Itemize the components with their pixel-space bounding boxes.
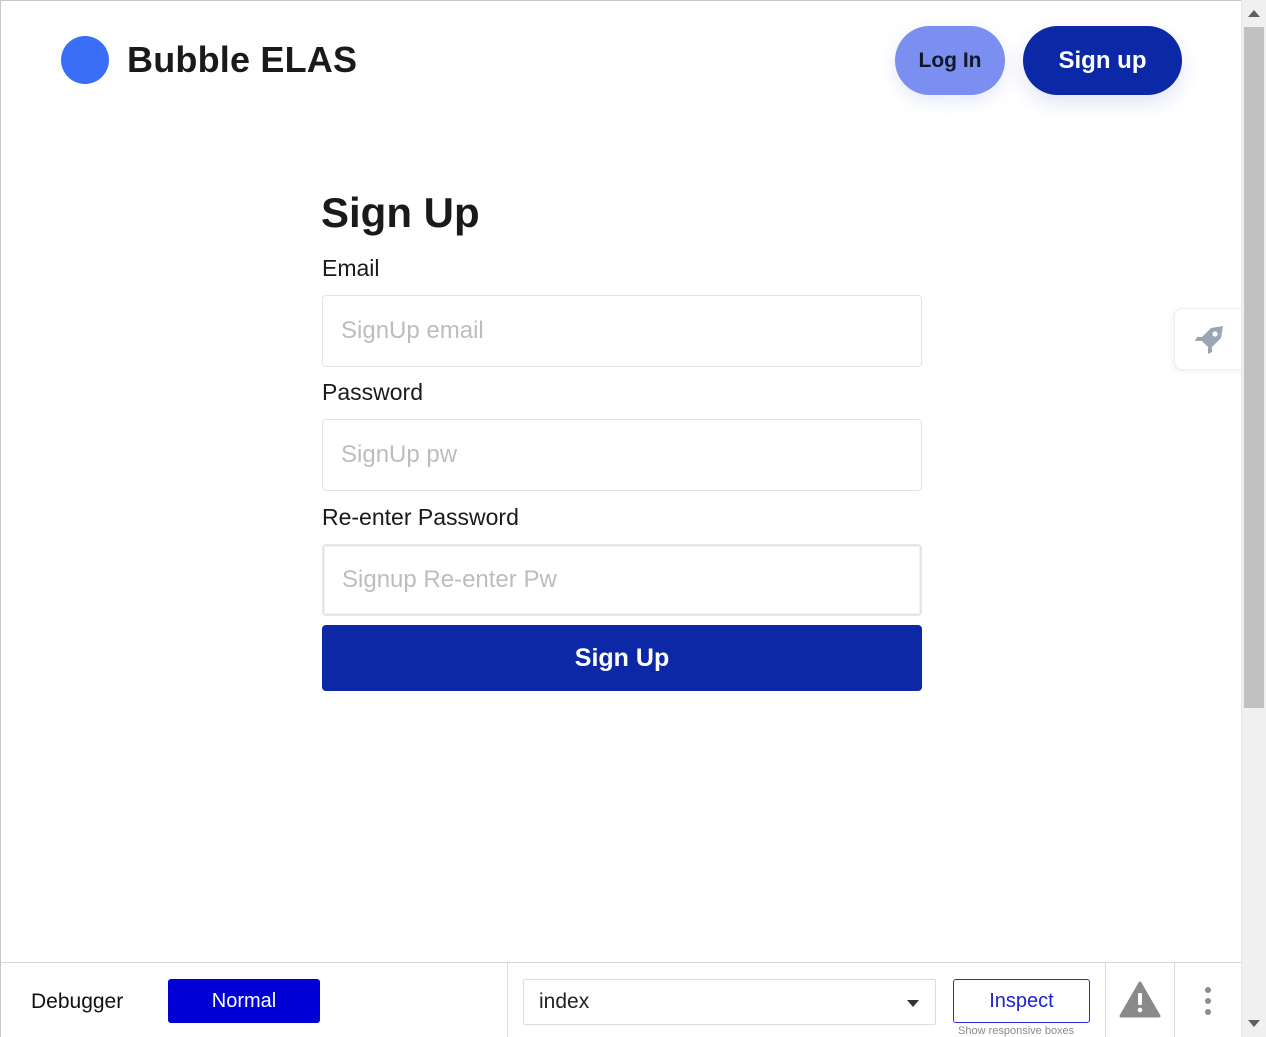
rocket-icon [1195,326,1223,354]
signup-submit-button[interactable]: Sign Up [322,625,922,691]
page-viewport: Bubble ELAS Log In Sign up Sign Up Email… [0,0,1241,1037]
brand-name[interactable]: Bubble ELAS [127,39,357,81]
reenter-password-label: Re-enter Password [322,504,519,530]
scroll-down-arrow-icon[interactable] [1248,1020,1260,1027]
warning-icon[interactable] [1119,981,1161,1024]
divider [507,963,508,1037]
debugger-label: Debugger [31,990,124,1013]
password-label: Password [322,379,423,405]
email-label: Email [322,255,380,281]
signup-header-button[interactable]: Sign up [1023,26,1182,95]
side-launcher-tab[interactable] [1174,308,1241,370]
divider [1105,963,1106,1037]
debugger-mode-button[interactable]: Normal [168,979,320,1023]
chevron-down-icon [907,1000,919,1007]
debugger-bar: Debugger Normal index Inspect Show respo… [1,962,1241,1037]
scrollbar-thumb[interactable] [1244,27,1264,708]
logo-dot-icon[interactable] [61,36,109,84]
login-button[interactable]: Log In [895,26,1005,95]
more-vertical-icon[interactable] [1199,985,1219,1019]
password-input[interactable] [322,419,922,491]
inspect-button[interactable]: Inspect [953,979,1090,1023]
page-select-value: index [539,990,590,1013]
scroll-up-arrow-icon[interactable] [1248,10,1260,17]
vertical-scrollbar[interactable] [1241,0,1266,1037]
reenter-password-input[interactable] [322,544,922,616]
email-input[interactable] [322,295,922,367]
inspect-hint: Show responsive boxes [958,1025,1075,1037]
form-title: Sign Up [321,189,480,236]
page-select[interactable]: index [523,979,936,1025]
divider [1174,963,1175,1037]
